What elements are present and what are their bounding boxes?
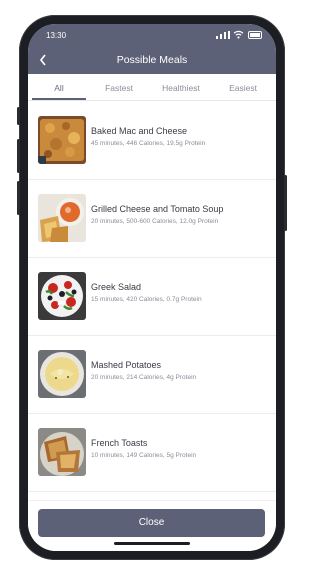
meal-details: 20 minutes, 500-600 Calories, 12.0g Prot… xyxy=(91,218,219,225)
meal-row[interactable]: French Toasts 10 minutes, 149 Calories, … xyxy=(28,413,276,492)
meal-row[interactable]: Greek Salad 15 minutes, 420 Calories, 0.… xyxy=(28,257,276,336)
home-indicator xyxy=(114,542,190,545)
tab-healthiest[interactable]: Healthiest xyxy=(156,83,206,93)
meal-details: 15 minutes, 420 Calories, 0.7g Protein xyxy=(91,296,202,303)
close-button[interactable]: Close xyxy=(38,509,265,537)
battery-icon xyxy=(248,31,262,39)
meal-name: Grilled Cheese and Tomato Soup xyxy=(91,204,224,214)
meal-name: Greek Salad xyxy=(91,282,142,292)
wifi-icon xyxy=(233,30,244,39)
status-time: 13:30 xyxy=(46,31,67,40)
nav-bar: Possible Meals xyxy=(28,46,276,74)
status-bar: 13:30 xyxy=(28,24,276,46)
meal-image xyxy=(38,116,86,164)
status-icons xyxy=(202,30,262,40)
meal-details: 10 minutes, 149 Calories, 5g Protein xyxy=(91,452,197,459)
meal-image xyxy=(38,272,86,320)
screen: 13:30 Possible Meals All Fastest Healthi… xyxy=(28,24,276,551)
tab-fastest[interactable]: Fastest xyxy=(94,83,144,93)
volume-down-button xyxy=(17,181,20,215)
tab-easiest[interactable]: Easiest xyxy=(218,83,268,93)
meal-row[interactable]: Mashed Potatoes 20 minutes, 214 Calories… xyxy=(28,335,276,414)
filter-tabs: All Fastest Healthiest Easiest xyxy=(28,74,276,101)
page-title: Possible Meals xyxy=(116,54,188,66)
meal-name: Baked Mac and Cheese xyxy=(91,126,188,136)
meal-name: French Toasts xyxy=(91,438,148,448)
signal-icon xyxy=(216,31,230,39)
power-button xyxy=(284,175,287,231)
meal-row[interactable]: Baked Mac and Cheese 45 minutes, 446 Cal… xyxy=(28,101,276,180)
meal-name: Mashed Potatoes xyxy=(91,360,162,370)
meal-details: 45 minutes, 446 Calories, 19.5g Protein xyxy=(91,140,206,147)
active-tab-indicator xyxy=(32,98,86,100)
meal-details: 20 minutes, 214 Calories, 4g Protein xyxy=(91,374,197,381)
tab-all[interactable]: All xyxy=(34,83,84,93)
mute-switch xyxy=(17,107,20,125)
volume-up-button xyxy=(17,139,20,173)
meal-image xyxy=(38,350,86,398)
meal-image xyxy=(38,194,86,242)
phone-frame: 13:30 Possible Meals All Fastest Healthi… xyxy=(17,15,287,560)
meal-row[interactable]: Grilled Cheese and Tomato Soup 20 minute… xyxy=(28,179,276,258)
meal-image xyxy=(38,428,86,476)
